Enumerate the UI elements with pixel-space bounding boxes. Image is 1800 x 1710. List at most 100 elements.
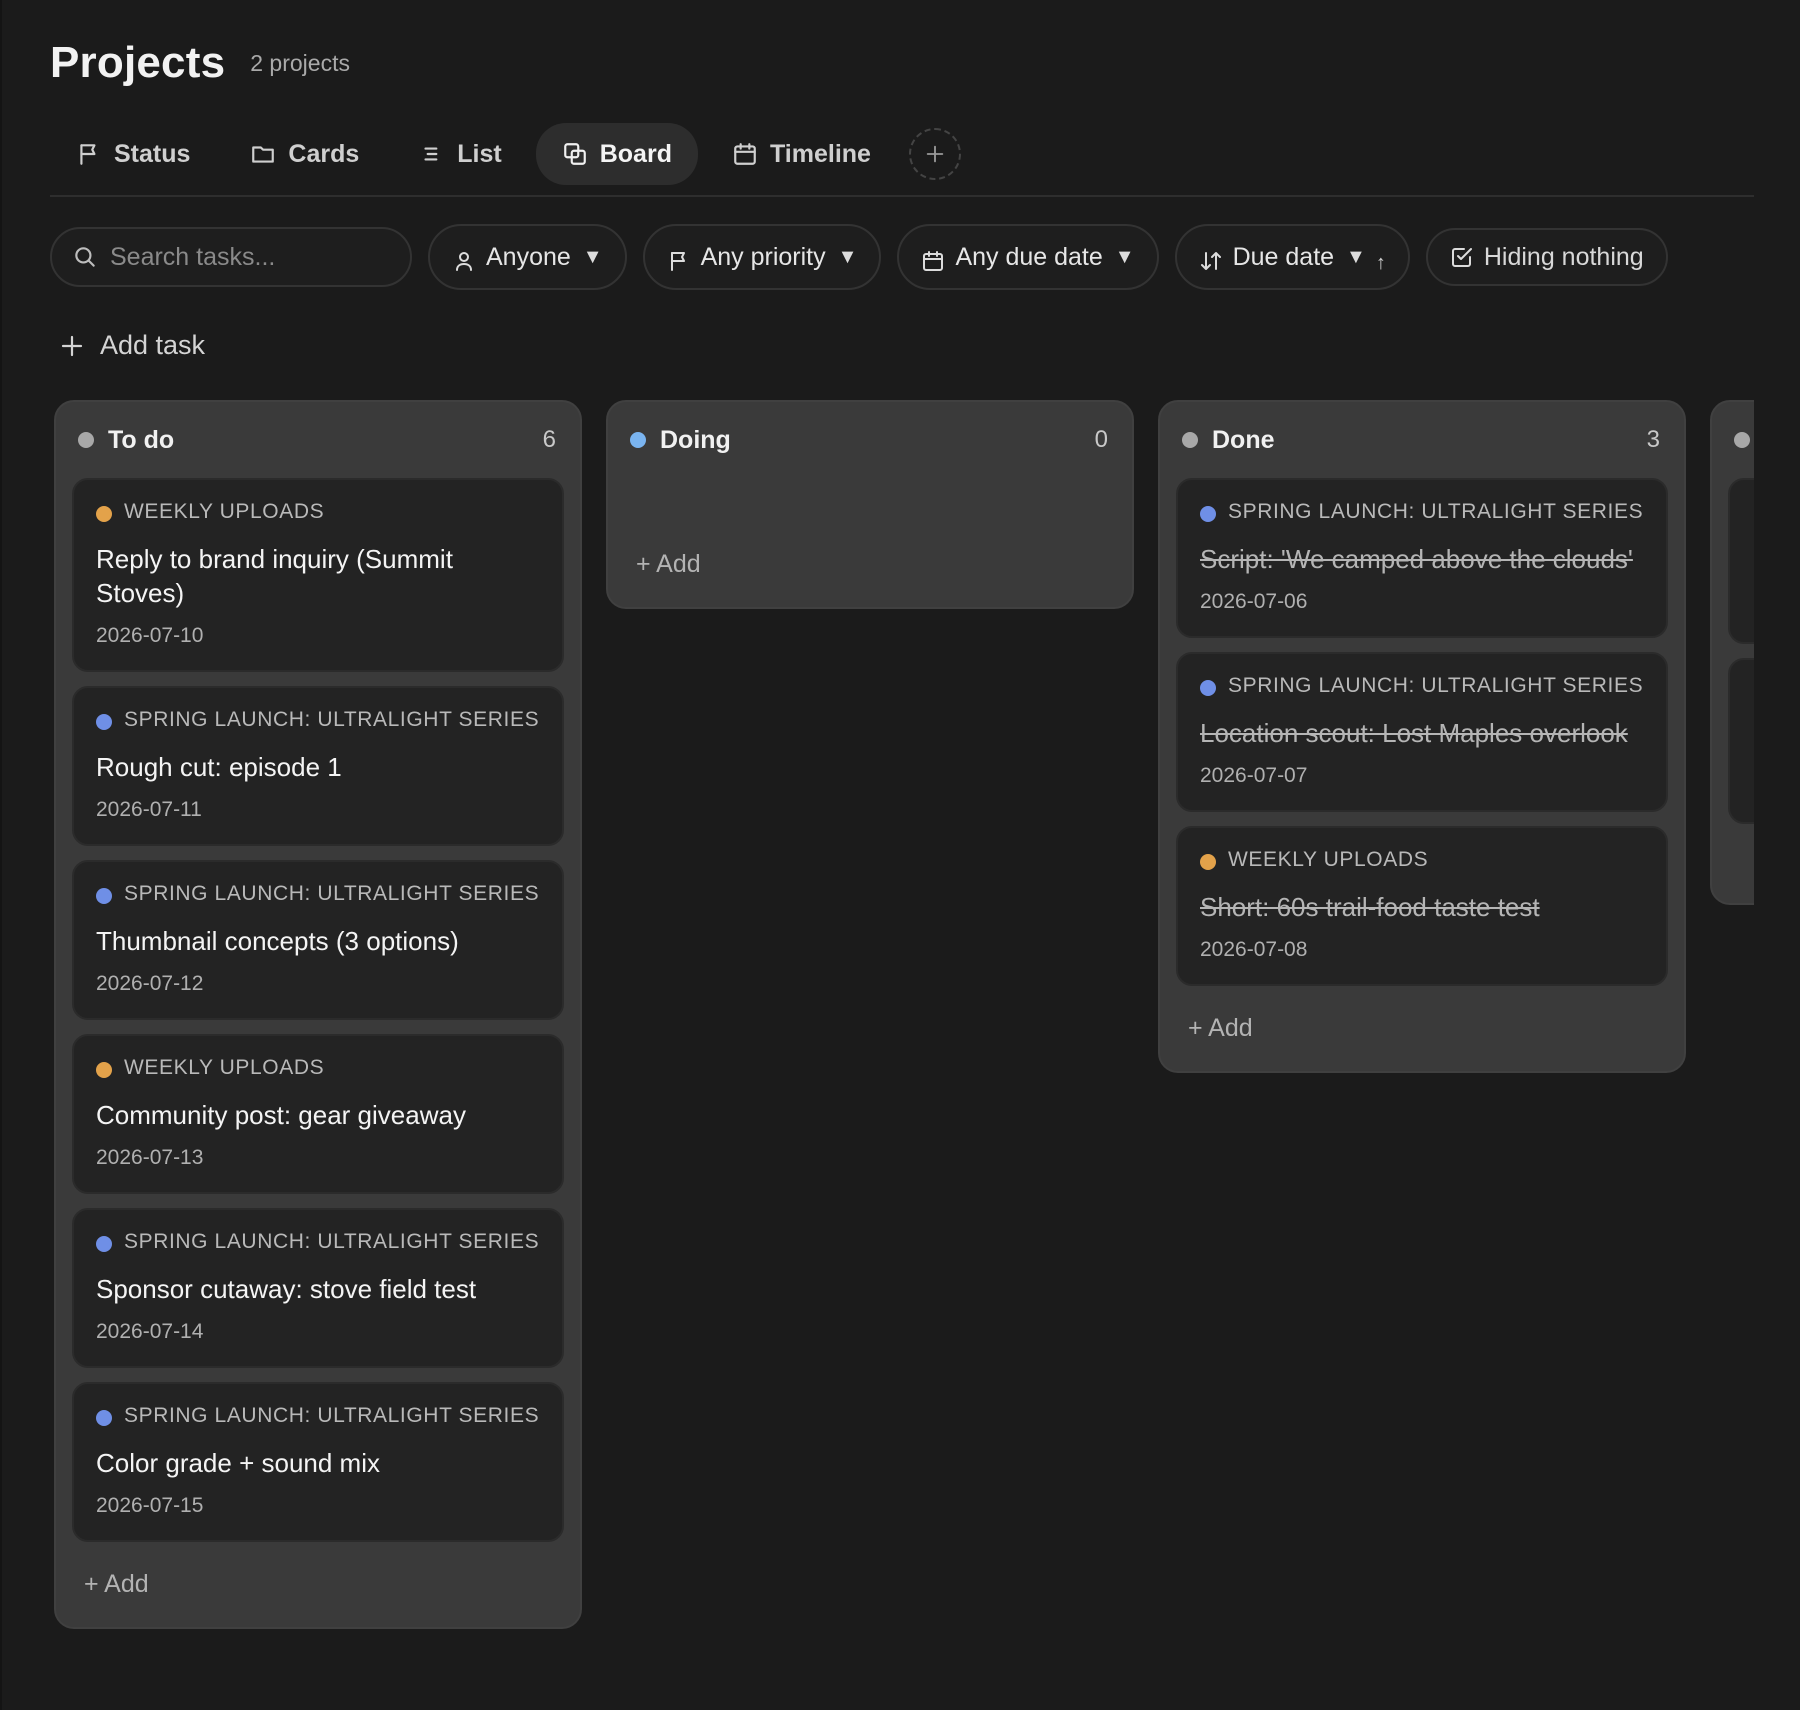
card-date: 2026-07-13 — [96, 1146, 204, 1169]
caret-down-icon: ▼ — [837, 245, 858, 268]
column-partial — [1710, 400, 1754, 905]
project-dot — [1200, 680, 1216, 696]
due-date-filter-label: Any due date — [955, 242, 1103, 271]
card-date: 2026-07-10 — [96, 624, 204, 647]
card-project: SPRING LAUNCH: ULTRALIGHT SERIES — [124, 1230, 540, 1253]
calendar-icon — [921, 249, 945, 273]
card-date: 2026-07-12 — [96, 972, 204, 995]
task-card[interactable] — [1728, 658, 1754, 824]
card-project: SPRING LAUNCH: ULTRALIGHT SERIES — [1228, 500, 1644, 523]
checkbox-icon — [1450, 245, 1474, 269]
task-card[interactable]: SPRING LAUNCH: ULTRALIGHT SERIES Rough c… — [72, 686, 564, 846]
tab-label: Board — [599, 139, 672, 168]
column-title: Doing — [660, 425, 731, 454]
status-dot — [630, 432, 646, 448]
card-project-row: SPRING LAUNCH: ULTRALIGHT SERIES — [96, 1404, 540, 1428]
card-title: Thumbnail concepts (3 options) — [96, 926, 459, 956]
column-title: Done — [1212, 425, 1275, 454]
project-dot — [96, 1236, 112, 1252]
card-project-row: SPRING LAUNCH: ULTRALIGHT SERIES — [1200, 500, 1644, 524]
card-project-row: WEEKLY UPLOADS — [1200, 848, 1644, 872]
sort-control[interactable]: Due date ▼ ↑ — [1174, 224, 1410, 290]
card-title: Community post: gear giveaway — [96, 1100, 466, 1130]
task-card[interactable]: WEEKLY UPLOADS Short: 60s trail-food tas… — [1176, 826, 1668, 986]
card-project-row: WEEKLY UPLOADS — [96, 1056, 540, 1080]
project-dot — [96, 714, 112, 730]
card-date: 2026-07-11 — [96, 798, 202, 821]
card-project: SPRING LAUNCH: ULTRALIGHT SERIES — [124, 1404, 540, 1427]
due-date-filter[interactable]: Any due date ▼ — [897, 224, 1159, 290]
card-project-row: SPRING LAUNCH: ULTRALIGHT SERIES — [96, 708, 540, 732]
column-count: 6 — [542, 426, 556, 453]
status-dot — [1734, 432, 1750, 448]
column-header: Doing 0 — [608, 402, 1132, 478]
status-dot — [1182, 432, 1198, 448]
project-dot — [96, 1062, 112, 1078]
card-title: Color grade + sound mix — [96, 1448, 380, 1478]
column-count: 0 — [1094, 426, 1108, 453]
column-header: Done 3 — [1160, 402, 1684, 478]
filter-bar: Anyone ▼ Any priority ▼ Any due date ▼ D… — [50, 224, 1684, 290]
sort-direction-icon[interactable]: ↑ — [1376, 252, 1386, 275]
task-card[interactable]: SPRING LAUNCH: ULTRALIGHT SERIES Script:… — [1176, 478, 1668, 638]
page-header: Projects 2 projects — [50, 38, 350, 88]
board-icon — [562, 141, 588, 167]
task-card[interactable]: SPRING LAUNCH: ULTRALIGHT SERIES Sponsor… — [72, 1208, 564, 1368]
tab-label: Status — [114, 139, 191, 168]
add-card-button[interactable]: + Add — [1160, 1000, 1684, 1071]
tab-board[interactable]: Board — [535, 123, 698, 185]
card-project: WEEKLY UPLOADS — [1228, 848, 1429, 871]
column-todo: To do 6 WEEKLY UPLOADS Reply to brand in… — [54, 400, 582, 1629]
tab-label: Cards — [288, 139, 360, 168]
card-date: 2026-07-07 — [1200, 764, 1308, 787]
task-card[interactable]: SPRING LAUNCH: ULTRALIGHT SERIES Thumbna… — [72, 860, 564, 1020]
kanban-board: To do 6 WEEKLY UPLOADS Reply to brand in… — [54, 400, 1754, 1700]
task-card[interactable]: SPRING LAUNCH: ULTRALIGHT SERIES Color g… — [72, 1382, 564, 1542]
card-title: Rough cut: episode 1 — [96, 752, 342, 782]
card-project: SPRING LAUNCH: ULTRALIGHT SERIES — [1228, 674, 1644, 697]
flag-icon — [76, 141, 102, 167]
card-title: Short: 60s trail-food taste test — [1200, 892, 1540, 922]
hiding-filter[interactable]: Hiding nothing — [1425, 228, 1668, 286]
column-header: To do 6 — [56, 402, 580, 478]
tab-cards[interactable]: Cards — [224, 123, 385, 185]
hiding-filter-label: Hiding nothing — [1483, 242, 1644, 271]
card-title: Script: 'We camped above the clouds' — [1200, 544, 1633, 574]
task-card[interactable]: WEEKLY UPLOADS Reply to brand inquiry (S… — [72, 478, 564, 672]
flag-icon — [667, 249, 691, 273]
person-icon — [452, 249, 476, 273]
project-dot — [96, 506, 112, 522]
tab-list[interactable]: List — [393, 123, 527, 185]
card-project: WEEKLY UPLOADS — [124, 500, 325, 523]
card-project: WEEKLY UPLOADS — [124, 1056, 325, 1079]
card-project-row: SPRING LAUNCH: ULTRALIGHT SERIES — [1200, 674, 1644, 698]
card-title: Location scout: Lost Maples overlook — [1200, 718, 1628, 748]
add-task-label: Add task — [100, 330, 206, 360]
caret-down-icon: ▼ — [1114, 245, 1135, 268]
column-header — [1712, 402, 1754, 478]
add-view-button[interactable] — [908, 128, 961, 180]
card-project-row: SPRING LAUNCH: ULTRALIGHT SERIES — [96, 882, 540, 906]
priority-filter[interactable]: Any priority ▼ — [642, 224, 882, 290]
tab-status[interactable]: Status — [50, 123, 216, 185]
task-card[interactable]: WEEKLY UPLOADS Community post: gear give… — [72, 1034, 564, 1194]
add-card-button[interactable]: + Add — [56, 1556, 580, 1627]
projects-page: Projects 2 projects Status Cards List Bo… — [50, 0, 1754, 1710]
tab-label: List — [457, 139, 502, 168]
task-card[interactable]: SPRING LAUNCH: ULTRALIGHT SERIES Locatio… — [1176, 652, 1668, 812]
plus-icon — [926, 145, 944, 163]
page-title: Projects — [50, 38, 226, 87]
assignee-filter[interactable]: Anyone ▼ — [428, 224, 627, 290]
card-project: SPRING LAUNCH: ULTRALIGHT SERIES — [124, 708, 540, 731]
add-task-button[interactable]: Add task — [60, 330, 205, 361]
empty-column-space — [608, 478, 1132, 536]
search-input[interactable] — [110, 242, 390, 272]
card-title: Sponsor cutaway: stove field test — [96, 1274, 477, 1304]
search-icon — [75, 247, 95, 267]
task-card[interactable] — [1728, 478, 1754, 644]
card-project-row: WEEKLY UPLOADS — [96, 500, 540, 524]
column-done: Done 3 SPRING LAUNCH: ULTRALIGHT SERIES … — [1158, 400, 1686, 1073]
search-box[interactable] — [50, 227, 412, 287]
add-card-button[interactable]: + Add — [608, 536, 1132, 607]
tab-timeline[interactable]: Timeline — [706, 123, 897, 185]
